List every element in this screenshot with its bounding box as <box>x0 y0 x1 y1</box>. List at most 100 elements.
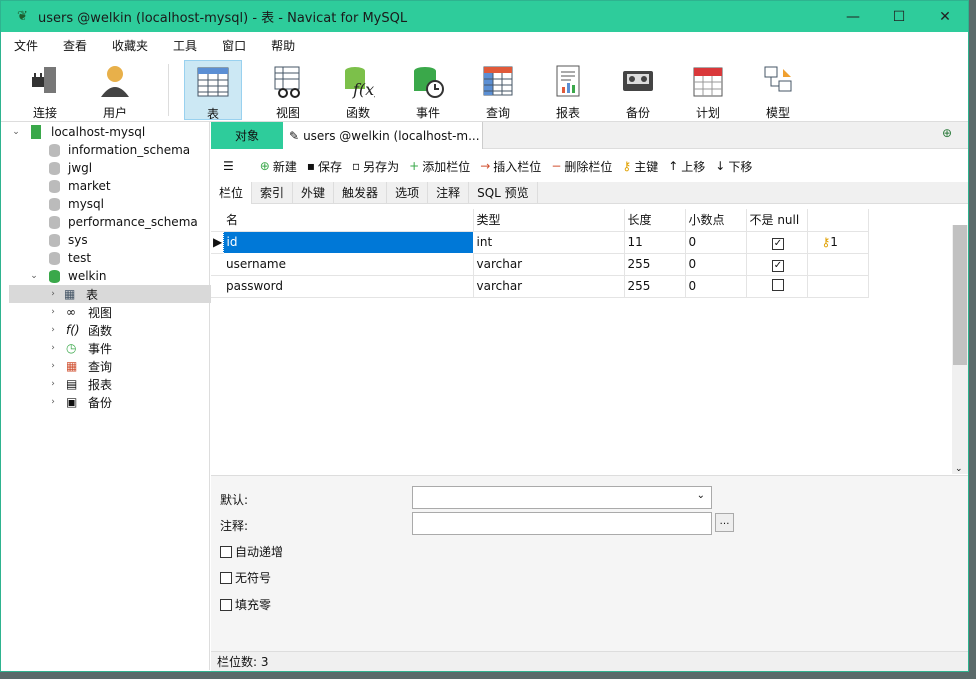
scrollbar-thumb[interactable] <box>953 225 967 365</box>
default-select[interactable]: ⌄ <box>412 486 712 509</box>
query-button[interactable]: 查询 <box>469 60 527 120</box>
tree-db-test[interactable]: test <box>49 249 91 267</box>
view-button[interactable]: 视图 <box>259 60 317 120</box>
field-type-cell[interactable]: varchar <box>473 275 625 298</box>
notnull-checkbox[interactable] <box>772 278 784 291</box>
field-length-cell[interactable]: 11 <box>624 231 686 254</box>
chevron-right-icon[interactable]: › <box>47 307 59 317</box>
column-header-decimals[interactable]: 小数点 <box>685 209 747 232</box>
chevron-right-icon[interactable]: › <box>47 361 59 371</box>
tab-fields[interactable]: 栏位 <box>211 182 253 204</box>
move-up-button[interactable]: ↑ 上移 <box>668 158 705 175</box>
field-length-cell[interactable]: 255 <box>624 275 686 298</box>
delete-field-button[interactable]: − 删除栏位 <box>551 158 612 175</box>
model-button[interactable]: 模型 <box>749 60 807 120</box>
menu-tools[interactable]: 工具 <box>173 37 197 54</box>
tree-db-market[interactable]: market <box>49 177 111 195</box>
menu-help[interactable]: 帮助 <box>271 37 295 54</box>
tab-options[interactable]: 选项 <box>387 182 429 204</box>
field-length-cell[interactable]: 255 <box>624 253 686 276</box>
tree-item-events[interactable]: › ◷ 事件 <box>47 339 112 357</box>
notnull-checkbox[interactable]: ✓ <box>772 259 784 272</box>
tab-comment[interactable]: 注释 <box>428 182 470 204</box>
auto-increment-checkbox[interactable]: 自动递增 <box>220 543 283 560</box>
menu-file[interactable]: 文件 <box>14 37 38 54</box>
field-decimals-cell[interactable]: 0 <box>685 253 747 276</box>
move-down-button[interactable]: ↓ 下移 <box>715 158 752 175</box>
insert-field-button[interactable]: → 插入栏位 <box>480 158 541 175</box>
menu-view[interactable]: 查看 <box>63 37 87 54</box>
field-notnull-cell[interactable]: ✓ <box>746 231 808 254</box>
chevron-down-icon[interactable]: ⌄ <box>955 464 963 474</box>
field-name-cell[interactable]: id <box>222 230 474 254</box>
chevron-down-icon[interactable]: ⌄ <box>28 271 40 281</box>
report-button[interactable]: 报表 <box>539 60 597 120</box>
chevron-right-icon[interactable]: › <box>47 379 59 389</box>
column-header-notnull[interactable]: 不是 null <box>746 209 808 232</box>
tree-item-functions[interactable]: › f() 函数 <box>47 321 112 339</box>
tree-db-welkin[interactable]: ⌄ welkin <box>28 267 106 285</box>
tree-item-reports[interactable]: › ▤ 报表 <box>47 375 112 393</box>
tab-sql-preview[interactable]: SQL 预览 <box>469 182 538 204</box>
tree-item-views[interactable]: › ∞ 视图 <box>47 303 112 321</box>
menu-window[interactable]: 窗口 <box>222 37 246 54</box>
table-button[interactable]: 表 <box>184 60 242 121</box>
event-button[interactable]: 事件 <box>399 60 457 120</box>
tree-db-mysql[interactable]: mysql <box>49 195 104 213</box>
column-header-name[interactable]: 名 <box>223 209 474 232</box>
field-name-cell[interactable]: password <box>223 275 474 298</box>
tab-objects[interactable]: 对象 <box>211 122 283 149</box>
chevron-right-icon[interactable]: › <box>47 397 59 407</box>
connect-button[interactable]: 连接 <box>16 60 74 120</box>
maximize-button[interactable]: ☐ <box>876 1 922 32</box>
backup-button[interactable]: 备份 <box>609 60 667 120</box>
chevron-down-icon[interactable]: ⌄ <box>10 127 22 137</box>
new-tab-icon[interactable]: ⊕ <box>942 126 962 144</box>
field-notnull-cell[interactable] <box>746 275 808 298</box>
table-row[interactable]: ▶ id int 11 0 ✓ ⚷1 <box>211 230 869 254</box>
tree-item-backups[interactable]: › ▣ 备份 <box>47 393 112 411</box>
field-type-cell[interactable]: int <box>473 231 625 254</box>
tree-connection[interactable]: ⌄ localhost-mysql <box>1 123 145 141</box>
column-header-length[interactable]: 长度 <box>624 209 686 232</box>
table-row[interactable]: password varchar 255 0 <box>211 275 869 298</box>
tree-item-tables[interactable]: › ▦ 表 <box>9 285 217 303</box>
schedule-button[interactable]: 计划 <box>679 60 737 120</box>
new-button[interactable]: ⊕ 新建 <box>260 158 297 175</box>
menu-favorites[interactable]: 收藏夹 <box>112 37 148 54</box>
tab-triggers[interactable]: 触发器 <box>334 182 388 204</box>
notnull-checkbox[interactable]: ✓ <box>772 237 784 250</box>
minimize-button[interactable]: — <box>830 1 876 32</box>
column-header-type[interactable]: 类型 <box>473 209 625 232</box>
field-decimals-cell[interactable]: 0 <box>685 231 747 254</box>
close-button[interactable]: ✕ <box>922 1 968 32</box>
chevron-right-icon[interactable]: › <box>47 289 59 299</box>
add-field-button[interactable]: + 添加栏位 <box>409 158 470 175</box>
tab-foreign-keys[interactable]: 外键 <box>293 182 335 204</box>
save-button[interactable]: ▪ 保存 <box>307 158 342 175</box>
function-button[interactable]: f(x) 函数 <box>329 60 387 120</box>
chevron-right-icon[interactable]: › <box>47 343 59 353</box>
tree-db-performance_schema[interactable]: performance_schema <box>49 213 198 231</box>
field-notnull-cell[interactable]: ✓ <box>746 253 808 276</box>
user-button[interactable]: 用户 <box>86 60 144 120</box>
tab-indexes[interactable]: 索引 <box>252 182 294 204</box>
tab-users-design[interactable]: ✎ users @welkin (localhost-m... <box>283 122 483 149</box>
hamburger-menu-icon[interactable]: ☰ <box>223 159 234 173</box>
field-name-cell[interactable]: username <box>223 253 474 276</box>
table-row[interactable]: username varchar 255 0 ✓ <box>211 253 869 276</box>
field-decimals-cell[interactable]: 0 <box>685 275 747 298</box>
tree-db-sys[interactable]: sys <box>49 231 88 249</box>
chevron-right-icon[interactable]: › <box>47 325 59 335</box>
save-as-button[interactable]: ▫ 另存为 <box>352 158 399 175</box>
unsigned-checkbox[interactable]: 无符号 <box>220 569 271 586</box>
tree-item-queries[interactable]: › ▦ 查询 <box>47 357 112 375</box>
primary-key-button[interactable]: ⚷ 主键 <box>622 158 658 175</box>
tree-db-information_schema[interactable]: information_schema <box>49 141 190 159</box>
tree-db-jwgl[interactable]: jwgl <box>49 159 92 177</box>
comment-input[interactable] <box>412 512 712 535</box>
grid-scrollbar[interactable]: ⌄ <box>952 225 968 474</box>
comment-ellipsis-button[interactable]: … <box>715 513 734 532</box>
field-type-cell[interactable]: varchar <box>473 253 625 276</box>
zerofill-checkbox[interactable]: 填充零 <box>220 596 271 613</box>
